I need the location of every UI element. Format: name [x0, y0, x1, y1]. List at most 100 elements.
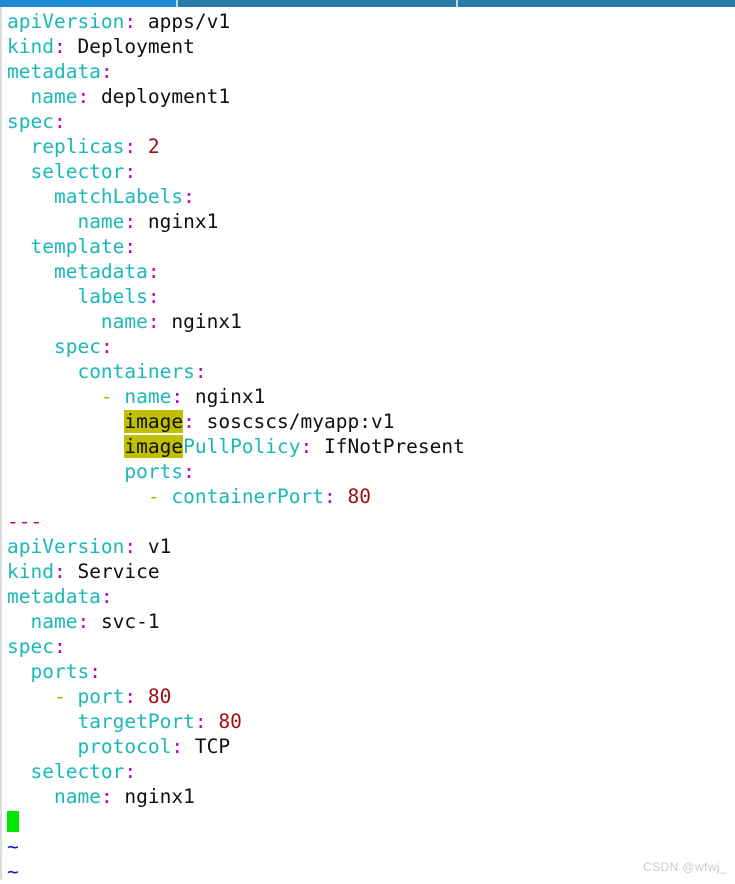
code-line[interactable]: template:: [2, 234, 735, 259]
search-highlight-key: image: [124, 410, 183, 433]
code-value: nginx1: [160, 310, 242, 333]
key-colon: :: [101, 60, 113, 83]
yaml-key: matchLabels: [54, 185, 183, 208]
code-line[interactable]: labels:: [2, 284, 735, 309]
topbar-inactive-segment: [178, 0, 456, 7]
yaml-key: kind: [7, 560, 54, 583]
code-value: v1: [136, 535, 171, 558]
yaml-key: metadata: [7, 60, 101, 83]
code-line[interactable]: kind: Deployment: [2, 34, 735, 59]
code-line[interactable]: ~: [2, 834, 735, 859]
code-indent: [7, 460, 124, 483]
code-indent: [7, 210, 77, 233]
topbar-active-segment: [0, 0, 176, 7]
code-indent: [7, 760, 30, 783]
code-indent: [7, 660, 30, 683]
key-colon: :: [171, 385, 183, 408]
code-indent: [7, 160, 30, 183]
code-line[interactable]: name: deployment1: [2, 84, 735, 109]
code-line[interactable]: ---: [2, 509, 735, 534]
empty-line-tilde-marker: ~: [7, 835, 19, 858]
list-dash: -: [54, 685, 77, 708]
code-line[interactable]: targetPort: 80: [2, 709, 735, 734]
code-indent: [7, 785, 54, 808]
code-line[interactable]: metadata:: [2, 584, 735, 609]
vim-editor-buffer[interactable]: apiVersion: apps/v1kind: Deploymentmetad…: [0, 7, 735, 880]
code-line[interactable]: ports:: [2, 659, 735, 684]
code-line[interactable]: protocol: TCP: [2, 734, 735, 759]
key-colon: :: [54, 635, 66, 658]
code-line[interactable]: replicas: 2: [2, 134, 735, 159]
code-line[interactable]: image: soscscs/myapp:v1: [2, 409, 735, 434]
code-indent: [7, 260, 54, 283]
yaml-key: apiVersion: [7, 535, 124, 558]
topbar-inactive-segment: [458, 0, 735, 7]
code-number-value: 2: [136, 135, 159, 158]
code-line[interactable]: ~: [2, 859, 735, 884]
key-colon: :: [124, 235, 136, 258]
code-value: Service: [66, 560, 160, 583]
code-line[interactable]: spec:: [2, 634, 735, 659]
code-indent: [7, 735, 77, 758]
code-line[interactable]: spec:: [2, 334, 735, 359]
yaml-key: metadata: [7, 585, 101, 608]
key-colon: :: [171, 735, 183, 758]
code-indent: [7, 185, 54, 208]
code-indent: [7, 610, 30, 633]
code-line[interactable]: selector:: [2, 159, 735, 184]
code-line[interactable]: [2, 809, 735, 834]
yaml-code-lines: apiVersion: apps/v1kind: Deploymentmetad…: [2, 9, 735, 884]
yaml-key: replicas: [30, 135, 124, 158]
code-indent: [7, 235, 30, 258]
code-line[interactable]: ports:: [2, 459, 735, 484]
code-line[interactable]: imagePullPolicy: IfNotPresent: [2, 434, 735, 459]
code-value: apps/v1: [136, 10, 230, 33]
code-indent: [7, 485, 148, 508]
code-value: nginx1: [136, 210, 218, 233]
code-line[interactable]: name: nginx1: [2, 309, 735, 334]
yaml-key: name: [30, 610, 77, 633]
code-value: svc-1: [89, 610, 159, 633]
yaml-key: template: [30, 235, 124, 258]
yaml-key: containerPort: [171, 485, 324, 508]
code-line[interactable]: - containerPort: 80: [2, 484, 735, 509]
code-line[interactable]: apiVersion: apps/v1: [2, 9, 735, 34]
code-line[interactable]: kind: Service: [2, 559, 735, 584]
code-number-value: 80: [207, 710, 242, 733]
code-line[interactable]: name: nginx1: [2, 784, 735, 809]
code-line[interactable]: selector:: [2, 759, 735, 784]
code-indent: [7, 360, 77, 383]
yaml-key: selector: [30, 160, 124, 183]
yaml-key: PullPolicy: [183, 435, 300, 458]
code-value: Deployment: [66, 35, 195, 58]
yaml-key: targetPort: [77, 710, 194, 733]
key-colon: :: [101, 585, 113, 608]
yaml-key: metadata: [54, 260, 148, 283]
key-colon: :: [124, 135, 136, 158]
code-line[interactable]: metadata:: [2, 259, 735, 284]
code-line[interactable]: name: nginx1: [2, 209, 735, 234]
code-line[interactable]: - port: 80: [2, 684, 735, 709]
code-line[interactable]: - name: nginx1: [2, 384, 735, 409]
code-line[interactable]: matchLabels:: [2, 184, 735, 209]
code-value: IfNotPresent: [312, 435, 465, 458]
yaml-key: ports: [124, 460, 183, 483]
key-colon: :: [324, 485, 336, 508]
code-line[interactable]: containers:: [2, 359, 735, 384]
code-line[interactable]: name: svc-1: [2, 609, 735, 634]
code-line[interactable]: spec:: [2, 109, 735, 134]
code-indent: [7, 335, 54, 358]
code-value: nginx1: [183, 385, 265, 408]
code-indent: [7, 685, 54, 708]
code-line[interactable]: metadata:: [2, 59, 735, 84]
code-number-value: 80: [136, 685, 171, 708]
code-value: deployment1: [89, 85, 230, 108]
code-value: TCP: [183, 735, 230, 758]
yaml-key: selector: [30, 760, 124, 783]
key-colon: :: [183, 185, 195, 208]
key-colon: :: [77, 85, 89, 108]
code-line[interactable]: apiVersion: v1: [2, 534, 735, 559]
code-indent: [7, 135, 30, 158]
code-indent: [7, 285, 77, 308]
key-colon: :: [89, 660, 101, 683]
